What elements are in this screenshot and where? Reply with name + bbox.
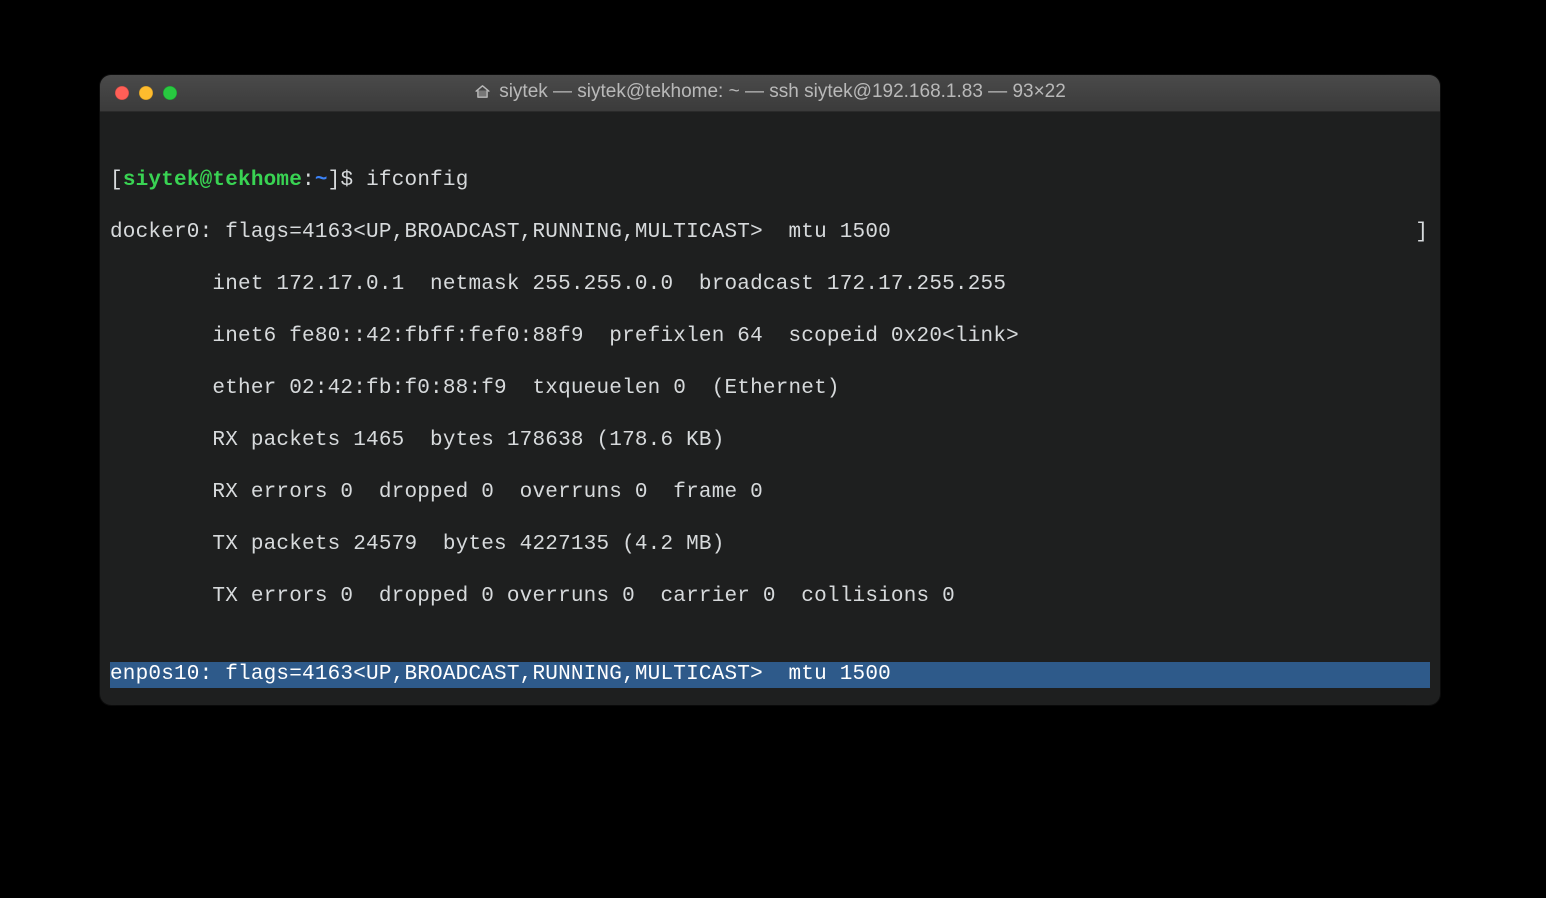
terminal-body[interactable]: [siytek@tekhome:~]$ ifconfig docker0: fl… xyxy=(100,112,1440,705)
output-line: docker0: flags=4163<UP,BROADCAST,RUNNING… xyxy=(110,220,1430,246)
output-line: ether 02:42:fb:f0:88:f9 txqueuelen 0 (Et… xyxy=(110,376,1430,402)
prompt-sigil: $ xyxy=(340,169,353,192)
titlebar[interactable]: siytek — siytek@tekhome: ~ — ssh siytek@… xyxy=(100,75,1440,112)
prompt-close-bracket-right: ] xyxy=(1415,221,1428,244)
window-title-wrap: siytek — siytek@tekhome: ~ — ssh siytek@… xyxy=(100,81,1440,106)
output-line: TX packets 24579 bytes 4227135 (4.2 MB) xyxy=(110,532,1430,558)
prompt-colon: : xyxy=(302,169,315,192)
output-line: inet 172.17.0.1 netmask 255.255.0.0 broa… xyxy=(110,272,1430,298)
prompt-close-bracket: ] xyxy=(328,169,341,192)
output-line: inet6 fe80::42:fbff:fef0:88f9 prefixlen … xyxy=(110,324,1430,350)
window-title: siytek — siytek@tekhome: ~ — ssh siytek@… xyxy=(499,81,1066,103)
traffic-lights xyxy=(100,86,177,100)
output-line: TX errors 0 dropped 0 overruns 0 carrier… xyxy=(110,584,1430,610)
command-text: ifconfig xyxy=(366,169,468,192)
output-line: RX packets 1465 bytes 178638 (178.6 KB) xyxy=(110,428,1430,454)
minimize-icon[interactable] xyxy=(139,86,153,100)
output-line-highlight: enp0s10: flags=4163<UP,BROADCAST,RUNNING… xyxy=(110,662,1430,688)
zoom-icon[interactable] xyxy=(163,86,177,100)
terminal-window: siytek — siytek@tekhome: ~ — ssh siytek@… xyxy=(100,75,1440,705)
output-line: RX errors 0 dropped 0 overruns 0 frame 0 xyxy=(110,480,1430,506)
prompt-open-bracket: [ xyxy=(110,169,123,192)
prompt-cwd: ~ xyxy=(315,169,328,192)
prompt-line: [siytek@tekhome:~]$ ifconfig xyxy=(110,168,1430,194)
home-icon xyxy=(474,83,491,100)
close-icon[interactable] xyxy=(115,86,129,100)
prompt-userhost: siytek@tekhome xyxy=(123,169,302,192)
